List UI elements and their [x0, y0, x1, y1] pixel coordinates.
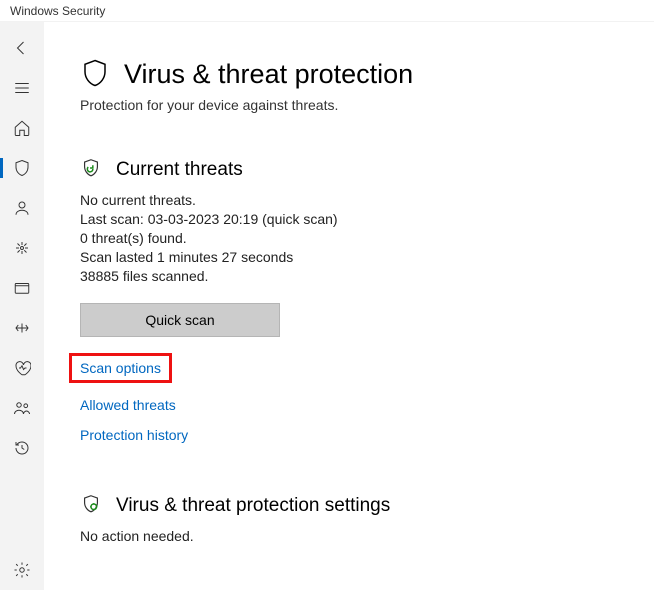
- nav-app-browser[interactable]: [0, 268, 44, 308]
- scan-options-link[interactable]: Scan options: [80, 360, 161, 376]
- last-scan-info: Last scan: 03-03-2023 20:19 (quick scan): [80, 211, 624, 227]
- nav-family[interactable]: [0, 388, 44, 428]
- threats-found: 0 threat(s) found.: [80, 230, 624, 246]
- history-icon: [13, 439, 31, 457]
- allowed-threats-link[interactable]: Allowed threats: [80, 397, 176, 413]
- nav-menu[interactable]: [0, 68, 44, 108]
- settings-status: No action needed.: [80, 528, 624, 544]
- nav-account[interactable]: [0, 188, 44, 228]
- threat-status: No current threats.: [80, 192, 624, 208]
- scan-options-highlight: Scan options: [69, 353, 172, 383]
- device-security-icon: [13, 319, 31, 337]
- page-title: Virus & threat protection: [124, 59, 413, 90]
- settings-heading: Virus & threat protection settings: [116, 495, 390, 517]
- nav-back[interactable]: [0, 28, 44, 68]
- quick-scan-button[interactable]: Quick scan: [80, 303, 280, 337]
- scan-duration: Scan lasted 1 minutes 27 seconds: [80, 249, 624, 265]
- back-icon: [13, 39, 31, 57]
- nav-settings[interactable]: [0, 550, 44, 590]
- window-title: Windows Security: [10, 4, 105, 18]
- firewall-icon: [13, 239, 31, 257]
- app-browser-icon: [13, 279, 31, 297]
- settings-shield-icon: [80, 493, 102, 518]
- nav-device-health[interactable]: [0, 348, 44, 388]
- family-icon: [13, 399, 31, 417]
- protection-history-link[interactable]: Protection history: [80, 427, 188, 443]
- sidebar: [0, 22, 44, 590]
- nav-history[interactable]: [0, 428, 44, 468]
- nav-device-security[interactable]: [0, 308, 44, 348]
- page-subtitle: Protection for your device against threa…: [80, 97, 624, 113]
- settings-icon: [13, 561, 31, 579]
- shield-icon: [80, 58, 110, 91]
- nav-firewall[interactable]: [0, 228, 44, 268]
- refresh-shield-icon: [80, 157, 102, 182]
- current-threats-heading: Current threats: [116, 159, 243, 181]
- nav-home[interactable]: [0, 108, 44, 148]
- health-icon: [13, 359, 31, 377]
- home-icon: [13, 119, 31, 137]
- nav-virus-threat[interactable]: [0, 148, 44, 188]
- content-area: Virus & threat protection Protection for…: [44, 22, 654, 590]
- shield-icon: [13, 159, 31, 177]
- account-icon: [13, 199, 31, 217]
- menu-icon: [13, 79, 31, 97]
- files-scanned: 38885 files scanned.: [80, 268, 624, 284]
- window-titlebar: Windows Security: [0, 0, 654, 22]
